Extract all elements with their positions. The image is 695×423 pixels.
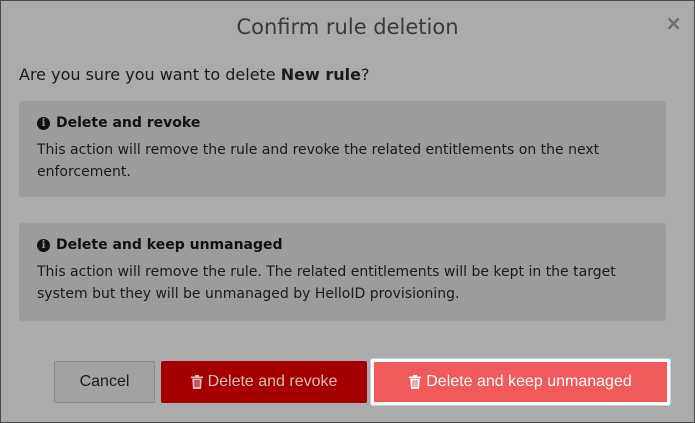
question-suffix: ? bbox=[360, 65, 370, 84]
panel-description: This action will remove the rule. The re… bbox=[37, 264, 616, 302]
delete-and-revoke-label: Delete and revoke bbox=[207, 373, 338, 390]
trash-icon bbox=[190, 375, 203, 389]
delete-and-keep-unmanaged-label: Delete and keep unmanaged bbox=[426, 373, 632, 390]
cancel-button[interactable]: Cancel bbox=[54, 361, 155, 403]
panel-heading: Delete and revoke bbox=[56, 115, 201, 131]
panel-heading-row: i Delete and revoke bbox=[37, 115, 648, 131]
trash-icon bbox=[409, 375, 422, 389]
rule-name: New rule bbox=[280, 65, 361, 84]
panel-heading-row: i Delete and keep unmanaged bbox=[37, 237, 648, 253]
delete-and-keep-unmanaged-panel: i Delete and keep unmanaged This action … bbox=[19, 223, 666, 321]
delete-and-revoke-panel: i Delete and revoke This action will rem… bbox=[19, 101, 666, 197]
panel-description: This action will remove the rule and rev… bbox=[37, 142, 600, 180]
confirmation-question: Are you sure you want to delete New rule… bbox=[19, 65, 369, 84]
confirm-rule-deletion-dialog: Confirm rule deletion × Are you sure you… bbox=[0, 0, 695, 423]
info-circle-icon: i bbox=[37, 238, 50, 252]
info-circle-icon: i bbox=[37, 116, 50, 130]
cancel-button-label: Cancel bbox=[79, 373, 130, 390]
close-icon[interactable]: × bbox=[665, 11, 682, 35]
dialog-title: Confirm rule deletion bbox=[236, 15, 459, 39]
panel-heading: Delete and keep unmanaged bbox=[56, 237, 283, 253]
delete-and-revoke-button[interactable]: Delete and revoke bbox=[161, 361, 367, 403]
question-prefix: Are you sure you want to delete bbox=[19, 65, 281, 84]
delete-and-keep-unmanaged-button[interactable]: Delete and keep unmanaged bbox=[371, 359, 670, 405]
